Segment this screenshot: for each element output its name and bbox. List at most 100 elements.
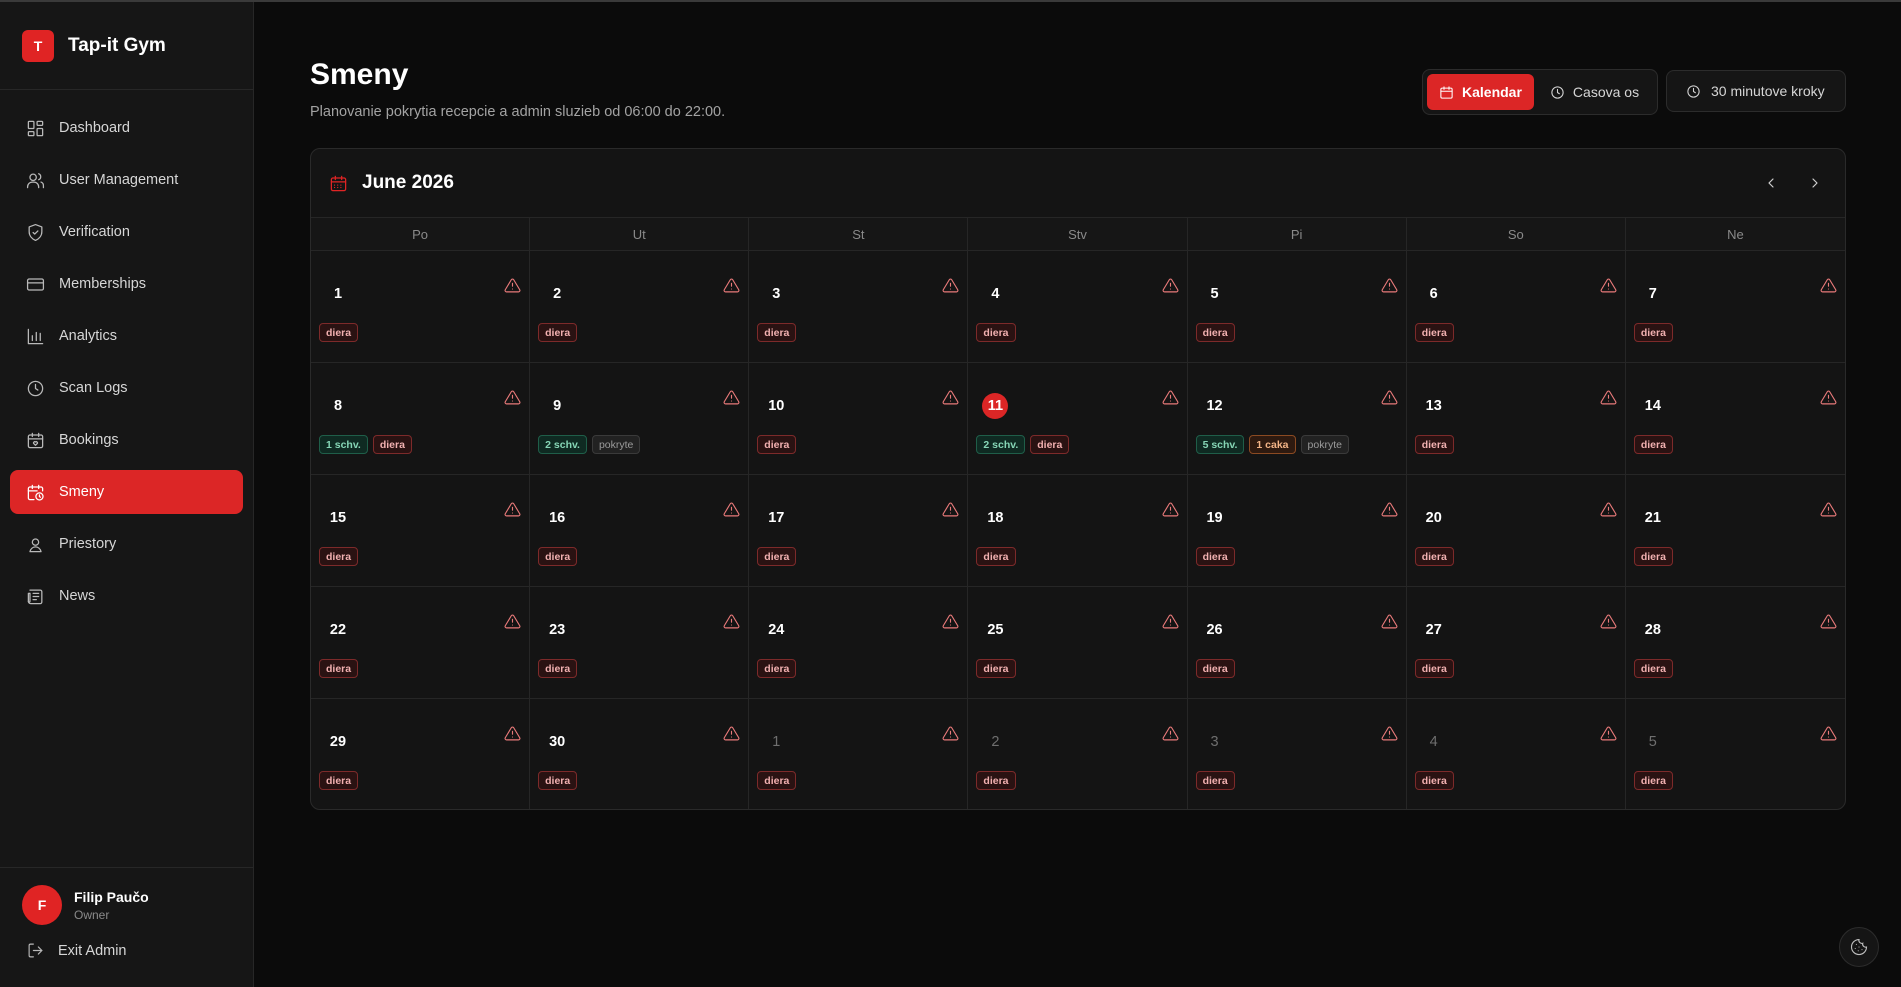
day-badges: diera <box>1414 771 1454 790</box>
calendar-day-cell[interactable]: 9 2 schv. pokryte <box>530 363 750 475</box>
warning-icon <box>942 501 959 518</box>
dashboard-icon <box>27 120 44 136</box>
sidebar-item-user-management[interactable]: User Management <box>10 158 243 202</box>
status-badge-schv: 1 schv. <box>319 435 368 454</box>
next-month-button[interactable] <box>1803 171 1827 195</box>
calendar-day-cell[interactable]: 19 diera <box>1187 475 1407 587</box>
calendar-day-cell[interactable]: 2 diera <box>530 251 750 363</box>
day-number: 16 <box>549 510 566 526</box>
calendar-day-cell[interactable]: 25 diera <box>968 587 1188 699</box>
sidebar-item-dashboard[interactable]: Dashboard <box>10 106 243 150</box>
calendar-view-label: Kalendar <box>1462 84 1522 100</box>
calendar-day-cell[interactable]: 30 diera <box>530 699 750 809</box>
sidebar-item-memberships[interactable]: Memberships <box>10 262 243 306</box>
sidebar-item-bookings[interactable]: Bookings <box>10 418 243 462</box>
calendar-day-cell[interactable]: 1 diera <box>749 699 969 809</box>
day-badges: 2 schv. diera <box>976 435 1070 454</box>
warning-icon <box>1162 389 1179 406</box>
calendar-day-cell[interactable]: 3 diera <box>1188 699 1407 809</box>
day-badges: diera <box>757 435 797 454</box>
cookie-settings-button[interactable] <box>1839 927 1879 967</box>
calendar-day-cell[interactable]: 12 5 schv. 1 caka pokryte <box>1187 363 1407 475</box>
calendar-day-cell[interactable]: 2 diera <box>968 699 1188 809</box>
day-number: 26 <box>1206 622 1223 638</box>
clock-icon <box>27 380 44 396</box>
sidebar-item-priestory[interactable]: Priestory <box>10 522 243 566</box>
day-number: 25 <box>987 622 1004 638</box>
sidebar-item-verification[interactable]: Verification <box>10 210 243 254</box>
calendar-day-cell[interactable]: 6 diera <box>1406 251 1626 363</box>
sidebar-item-smeny[interactable]: Smeny <box>10 470 243 514</box>
calendar-day-cell[interactable]: 4 diera <box>968 251 1188 363</box>
sidebar-item-analytics[interactable]: Analytics <box>10 314 243 358</box>
day-number: 30 <box>549 734 566 750</box>
sidebar-item-news[interactable]: News <box>10 574 243 618</box>
status-badge-diera: diera <box>1633 547 1673 566</box>
calendar-day-cell[interactable]: 24 diera <box>749 587 969 699</box>
status-badge-diera: diera <box>1414 771 1454 790</box>
calendar-day-cell[interactable]: 10 diera <box>749 363 969 475</box>
sidebar-nav: Dashboard User Management Verification M… <box>0 90 253 618</box>
clock-icon <box>1551 85 1564 99</box>
exit-admin-button[interactable]: Exit Admin <box>0 925 253 959</box>
calendar-day-cell[interactable]: 15 diera <box>311 475 531 587</box>
calendar-day-cell[interactable]: 17 diera <box>749 475 969 587</box>
calendar-day-cell[interactable]: 13 diera <box>1406 363 1626 475</box>
sidebar-item-label: Smeny <box>59 484 105 500</box>
timeline-view-button[interactable]: Casova os <box>1538 74 1651 110</box>
status-badge-diera: diera <box>319 323 359 342</box>
day-badges: diera <box>1195 323 1235 342</box>
calendar-day-cell[interactable]: 21 diera <box>1625 475 1845 587</box>
calendar-day-cell[interactable]: 8 1 schv. diera <box>311 363 531 475</box>
bar-chart-icon <box>27 328 44 344</box>
day-number: 27 <box>1425 622 1442 638</box>
status-badge-diera: diera <box>372 435 412 454</box>
calendar-header: June 2026 <box>311 149 1845 218</box>
warning-icon <box>723 501 740 518</box>
day-number: 15 <box>329 510 347 526</box>
day-badges: diera <box>1633 547 1673 566</box>
calendar-day-cell[interactable]: 4 diera <box>1407 699 1626 809</box>
calendar-day-cell[interactable]: 11 2 schv. diera <box>968 363 1188 475</box>
day-badges: diera <box>1195 547 1235 566</box>
calendar-day-cell[interactable]: 1 diera <box>311 251 531 363</box>
sidebar-item-scan-logs[interactable]: Scan Logs <box>10 366 243 410</box>
calendar-day-cell[interactable]: 3 diera <box>749 251 969 363</box>
calendar-day-cell[interactable]: 5 diera <box>1626 699 1845 809</box>
day-badges: diera <box>1414 659 1454 678</box>
status-badge-diera: diera <box>976 659 1016 678</box>
user-profile[interactable]: F Filip Paučo Owner <box>0 868 253 925</box>
weekday-label: Ne <box>1727 226 1744 242</box>
calendar-day-cell[interactable]: 29 diera <box>311 699 531 809</box>
newspaper-icon <box>27 589 43 604</box>
warning-icon <box>1600 725 1617 742</box>
time-step-button[interactable]: 30 minutove kroky <box>1666 70 1846 112</box>
weekday-label: St <box>749 218 969 250</box>
calendar-day-cell[interactable]: 23 diera <box>530 587 750 699</box>
day-number: 12 <box>1206 398 1223 414</box>
sidebar-item-label: Verification <box>59 224 130 240</box>
calendar-day-cell[interactable]: 28 diera <box>1625 587 1845 699</box>
calendar-view-button[interactable]: Kalendar <box>1427 74 1534 110</box>
calendar-day-cell[interactable]: 7 diera <box>1625 251 1845 363</box>
calendar-day-cell[interactable]: 27 diera <box>1406 587 1626 699</box>
day-badges: diera <box>757 323 797 342</box>
calendar-day-cell[interactable]: 18 diera <box>968 475 1188 587</box>
prev-month-button[interactable] <box>1759 171 1783 195</box>
calendar-day-cell[interactable]: 16 diera <box>530 475 750 587</box>
chevron-right-icon <box>1812 178 1818 188</box>
status-badge-diera: diera <box>757 771 797 790</box>
calendar-day-cell[interactable]: 20 diera <box>1406 475 1626 587</box>
status-badge-diera: diera <box>1195 323 1235 342</box>
status-badge-diera: diera <box>1195 771 1235 790</box>
status-badge-schv: 5 schv. <box>1195 435 1245 454</box>
status-badge-diera: diera <box>1633 659 1673 678</box>
warning-icon <box>504 613 521 630</box>
calendar-day-cell[interactable]: 22 diera <box>311 587 531 699</box>
logout-icon <box>28 943 43 958</box>
calendar-day-cell[interactable]: 26 diera <box>1187 587 1407 699</box>
calendar-day-cell[interactable]: 14 diera <box>1625 363 1845 475</box>
status-badge-diera: diera <box>1195 547 1235 566</box>
brand[interactable]: T Tap-it Gym <box>0 2 253 90</box>
calendar-day-cell[interactable]: 5 diera <box>1187 251 1407 363</box>
